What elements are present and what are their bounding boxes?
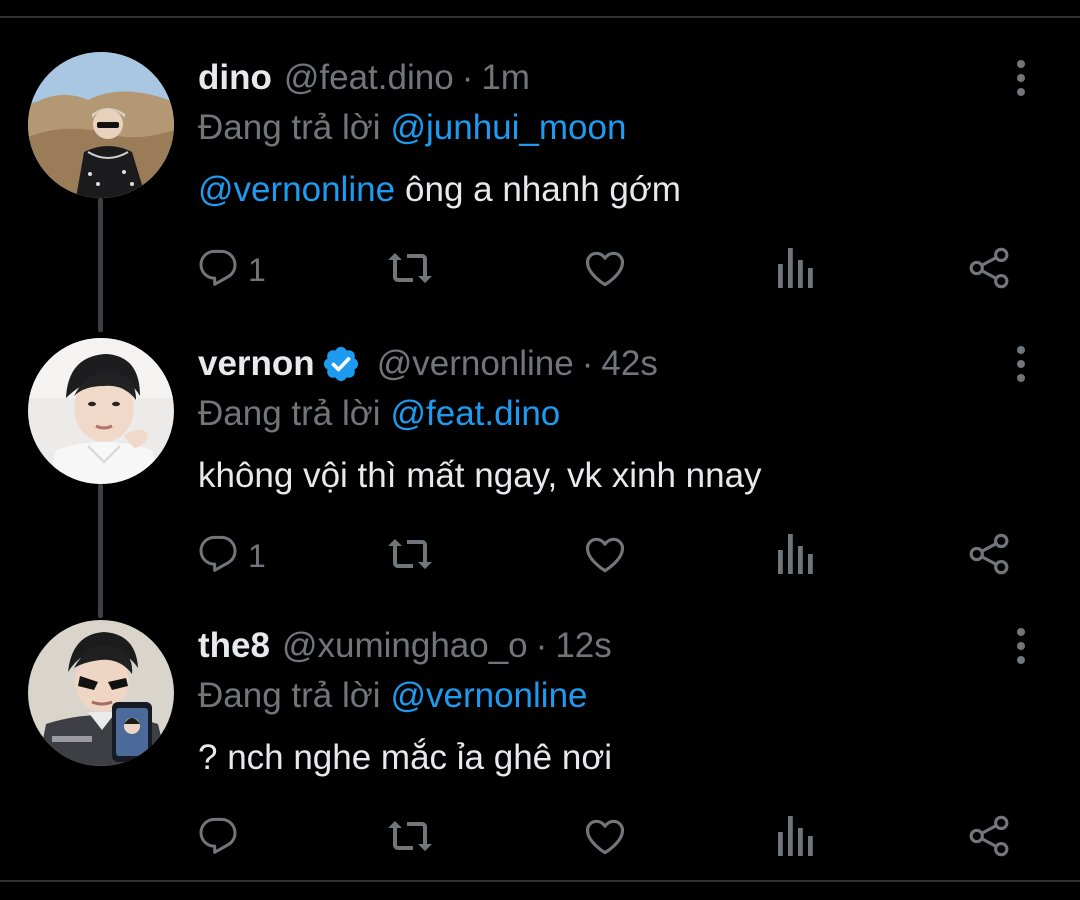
handle[interactable]: @feat.dino bbox=[284, 58, 454, 98]
replying-to-mention[interactable]: @vernonline bbox=[390, 676, 587, 716]
replying-to: Đang trả lời @vernonline bbox=[198, 674, 588, 718]
views-icon bbox=[778, 815, 814, 861]
body-text: ? nch nghe mắc ỉa ghê nơi bbox=[198, 738, 613, 777]
like-button[interactable] bbox=[584, 526, 626, 586]
replying-to-label: Đang trả lời bbox=[198, 676, 381, 715]
reply-icon bbox=[198, 816, 238, 861]
tweet-text: @vernonline ông a nhanh gớm bbox=[198, 166, 681, 214]
timestamp[interactable]: 42s bbox=[601, 344, 657, 384]
tweet-text: không vội thì mất ngay, vk xinh nnay bbox=[198, 452, 762, 500]
separator: · bbox=[535, 626, 548, 665]
top-divider bbox=[0, 0, 1080, 18]
retweet-icon bbox=[386, 248, 434, 293]
body-text: ông a nhanh gớm bbox=[405, 170, 681, 209]
replying-to-mention[interactable]: @feat.dino bbox=[390, 394, 560, 434]
tweet-header: the8 @xuminghao_o · 12s bbox=[198, 624, 612, 668]
reply-icon bbox=[198, 534, 238, 579]
views-icon bbox=[778, 533, 814, 579]
handle[interactable]: @vernonline bbox=[377, 344, 574, 384]
avatar[interactable] bbox=[28, 338, 174, 484]
body-text: không vội thì mất ngay, vk xinh nnay bbox=[198, 456, 762, 495]
retweet-button[interactable] bbox=[386, 808, 434, 868]
reply-count: 1 bbox=[248, 537, 266, 574]
reply-button[interactable] bbox=[198, 808, 238, 868]
timestamp[interactable]: 12s bbox=[555, 626, 611, 666]
tweet[interactable]: dino @feat.dino · 1m Đang trả lời @junhu… bbox=[0, 52, 1080, 332]
tweet[interactable]: vernon @vernonline · 42s Đang trả lời @f… bbox=[0, 338, 1080, 618]
reply-count: 1 bbox=[248, 251, 266, 288]
like-icon bbox=[584, 534, 626, 579]
more-icon[interactable] bbox=[1004, 56, 1038, 100]
display-name[interactable]: the8 bbox=[198, 626, 270, 666]
handle[interactable]: @xuminghao_o bbox=[282, 626, 528, 666]
verified-badge-icon bbox=[321, 344, 361, 384]
share-icon bbox=[968, 247, 1010, 294]
reply-icon bbox=[198, 248, 238, 293]
retweet-icon bbox=[386, 816, 434, 861]
share-icon bbox=[968, 815, 1010, 862]
separator: · bbox=[461, 58, 474, 97]
like-icon bbox=[584, 248, 626, 293]
body-mention[interactable]: @vernonline bbox=[198, 170, 395, 210]
reply-button[interactable]: 1 bbox=[198, 240, 266, 300]
display-name[interactable]: vernon bbox=[198, 344, 315, 384]
share-button[interactable] bbox=[968, 808, 1010, 868]
tweet-header: vernon @vernonline · 42s bbox=[198, 342, 658, 386]
bottom-divider bbox=[0, 880, 1080, 882]
share-button[interactable] bbox=[968, 526, 1010, 586]
views-button[interactable] bbox=[778, 240, 814, 300]
display-name[interactable]: dino bbox=[198, 58, 272, 98]
tweet-header: dino @feat.dino · 1m bbox=[198, 56, 530, 100]
more-icon[interactable] bbox=[1004, 624, 1038, 668]
like-button[interactable] bbox=[584, 808, 626, 868]
separator: · bbox=[581, 344, 594, 383]
replying-to-mention[interactable]: @junhui_moon bbox=[390, 108, 626, 148]
share-button[interactable] bbox=[968, 240, 1010, 300]
more-icon[interactable] bbox=[1004, 342, 1038, 386]
retweet-icon bbox=[386, 534, 434, 579]
like-button[interactable] bbox=[584, 240, 626, 300]
views-button[interactable] bbox=[778, 808, 814, 868]
replying-to: Đang trả lời @feat.dino bbox=[198, 392, 560, 436]
replying-to-label: Đang trả lời bbox=[198, 108, 381, 147]
tweet-text: ? nch nghe mắc ỉa ghê nơi bbox=[198, 734, 612, 782]
retweet-button[interactable] bbox=[386, 240, 434, 300]
views-button[interactable] bbox=[778, 526, 814, 586]
tweet[interactable]: the8 @xuminghao_o · 12s Đang trả lời @ve… bbox=[0, 620, 1080, 900]
share-icon bbox=[968, 533, 1010, 580]
avatar[interactable] bbox=[28, 620, 174, 766]
avatar[interactable] bbox=[28, 52, 174, 198]
action-bar: 1 bbox=[198, 240, 1038, 300]
retweet-button[interactable] bbox=[386, 526, 434, 586]
replying-to-label: Đang trả lời bbox=[198, 394, 381, 433]
views-icon bbox=[778, 247, 814, 293]
replying-to: Đang trả lời @junhui_moon bbox=[198, 106, 626, 150]
action-bar: 1 bbox=[198, 526, 1038, 586]
reply-button[interactable]: 1 bbox=[198, 526, 266, 586]
like-icon bbox=[584, 816, 626, 861]
timestamp[interactable]: 1m bbox=[481, 58, 530, 98]
action-bar bbox=[198, 808, 1038, 868]
